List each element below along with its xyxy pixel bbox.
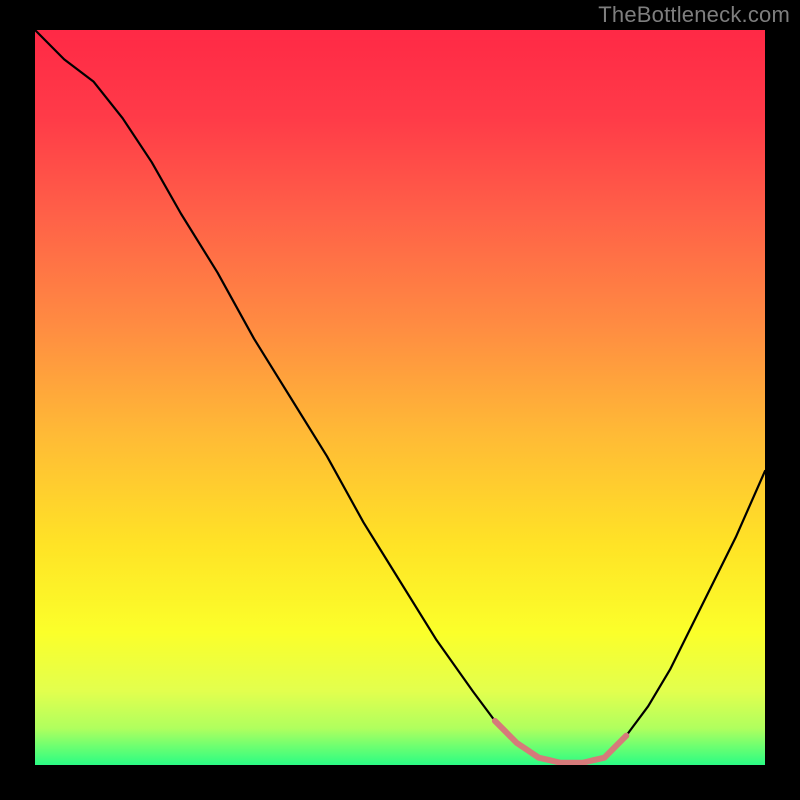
gradient-background <box>35 30 765 765</box>
bottleneck-chart-svg <box>35 30 765 765</box>
plot-area <box>35 30 765 765</box>
chart-container: TheBottleneck.com <box>0 0 800 800</box>
watermark-text: TheBottleneck.com <box>598 2 790 28</box>
